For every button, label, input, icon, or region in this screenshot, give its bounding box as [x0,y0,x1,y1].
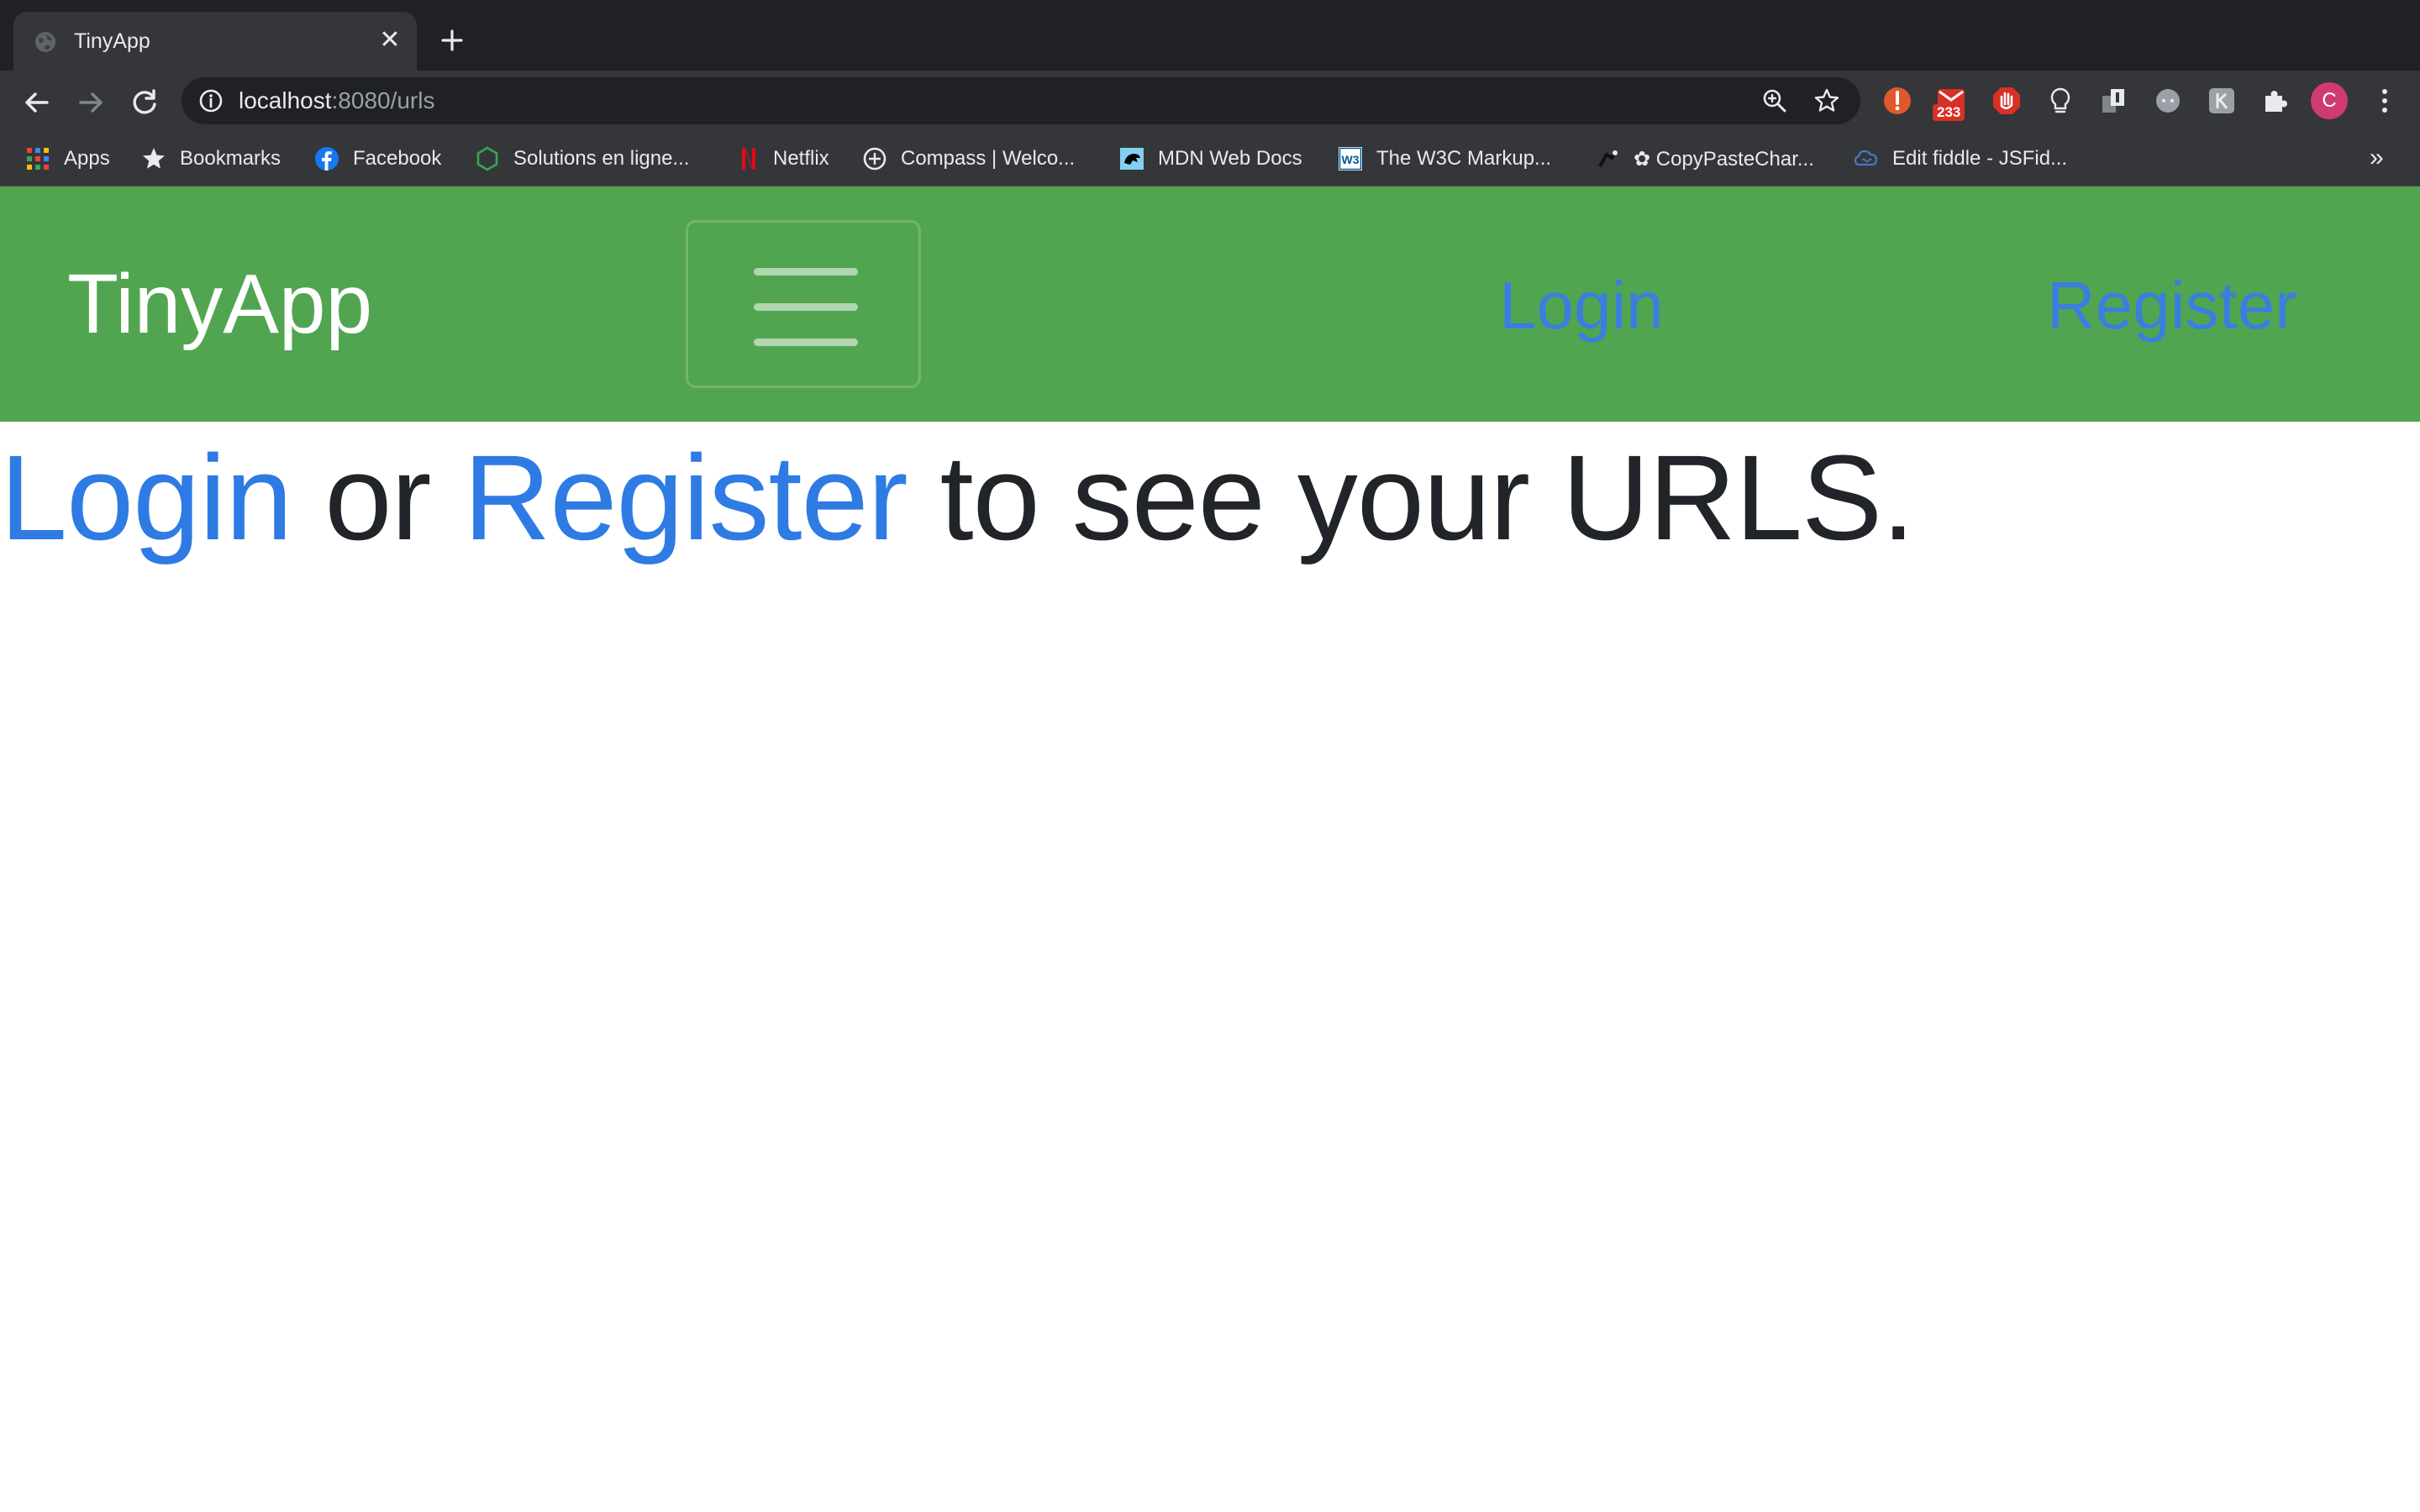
new-tab-icon[interactable] [435,24,469,57]
mdn-icon [1120,148,1144,170]
address-bar[interactable]: localhost:8080/urls [182,77,1860,124]
bookmark-label: Compass | Welco... [901,147,1076,170]
browser-toolbar: localhost:8080/urls 233 C [0,71,2420,131]
bookmark-bookmarks[interactable]: Bookmarks [141,143,281,175]
globe-icon [35,32,55,52]
pages-extension-icon[interactable] [2097,84,2131,118]
bookmark-label: ✿ CopyPasteChar... [1634,147,1814,171]
login-link[interactable]: Login [0,430,292,565]
bookmark-mdn[interactable]: MDN Web Docs [1119,143,1302,175]
mail-count-badge: 233 [1933,104,1965,121]
url-host: localhost [239,87,332,113]
apps-grid-icon [27,148,49,170]
extensions-puzzle-icon[interactable] [2259,84,2292,118]
headline-suffix: to see your URLS. [907,430,1916,565]
bookmark-compass[interactable]: Compass | Welco... [862,143,1075,175]
nav-register-link[interactable]: Register [2047,265,2297,346]
tab-close-icon[interactable]: ✕ [375,25,405,55]
hamburger-icon [754,303,858,311]
k-extension-icon[interactable] [2205,84,2238,118]
register-link[interactable]: Register [463,430,908,565]
bookmark-facebook[interactable]: Facebook [314,143,441,175]
bookmark-label: Facebook [353,147,442,170]
bookmark-copypastechar[interactable]: ✿ CopyPasteChar... [1595,143,1814,175]
url-path: :8080/urls [331,87,435,113]
nav-login-link[interactable]: Login [1499,265,1664,346]
bookmark-label: The W3C Markup... [1376,147,1552,170]
bookmarks-bar: Apps Bookmarks Facebook Solutions en lig… [0,131,2420,186]
alert-extension-icon[interactable] [1881,84,1914,118]
bookmarks-overflow-icon[interactable]: » [2370,141,2384,175]
netflix-icon [742,148,755,171]
bookmark-label: Apps [64,147,110,170]
facebook-icon [315,147,339,171]
site-info-icon[interactable] [198,88,224,113]
lightbulb-extension-icon[interactable] [2044,84,2077,118]
bookmark-jsfiddle[interactable]: Edit fiddle - JSFid... [1854,143,2067,175]
bookmark-star-icon[interactable] [1813,87,1840,114]
reload-icon[interactable] [128,86,161,119]
navbar-toggler-button[interactable] [686,220,921,388]
forward-arrow-icon[interactable] [74,86,108,119]
bookmark-solutions[interactable]: Solutions en ligne... [475,143,689,175]
browser-tab-strip: TinyApp ✕ [0,0,2420,71]
bookmark-label: Netflix [773,147,829,170]
brand-logo[interactable]: TinyApp [67,257,372,351]
hexagon-icon [476,146,498,171]
browser-tab[interactable]: TinyApp ✕ [13,12,417,71]
hamburger-icon [754,268,858,276]
hamburger-icon [754,339,858,346]
bookmark-apps[interactable]: Apps [25,143,110,175]
zoom-icon[interactable] [1761,87,1788,114]
back-arrow-icon[interactable] [20,86,54,119]
star-icon [143,148,165,169]
compass-icon [863,147,886,171]
tab-title: TinyApp [74,29,150,53]
bookmark-netflix[interactable]: Netflix [734,143,829,175]
jsfiddle-icon [1854,150,1878,166]
url-text[interactable]: localhost:8080/urls [239,87,434,115]
bookmark-label: Bookmarks [180,147,281,170]
more-menu-icon[interactable] [2368,84,2402,118]
page-headline: Login or Register to see your URLS. [0,427,1916,570]
bookmark-label: Solutions en ligne... [513,147,690,170]
bookmark-label: Edit fiddle - JSFid... [1892,147,2068,170]
app-navbar: TinyApp Login Register [0,186,2420,422]
adblock-extension-icon[interactable] [1990,84,2023,118]
svg-text:W3: W3 [1342,153,1360,166]
w3c-icon: W3 [1339,147,1362,171]
profile-avatar[interactable]: C [2311,82,2348,119]
bookmark-w3c[interactable]: W3 The W3C Markup... [1338,143,1551,175]
grey-circle-extension-icon[interactable] [2151,84,2185,118]
or-text: or [292,430,464,565]
copypaste-icon [1598,150,1618,167]
bookmark-label: MDN Web Docs [1158,147,1302,170]
